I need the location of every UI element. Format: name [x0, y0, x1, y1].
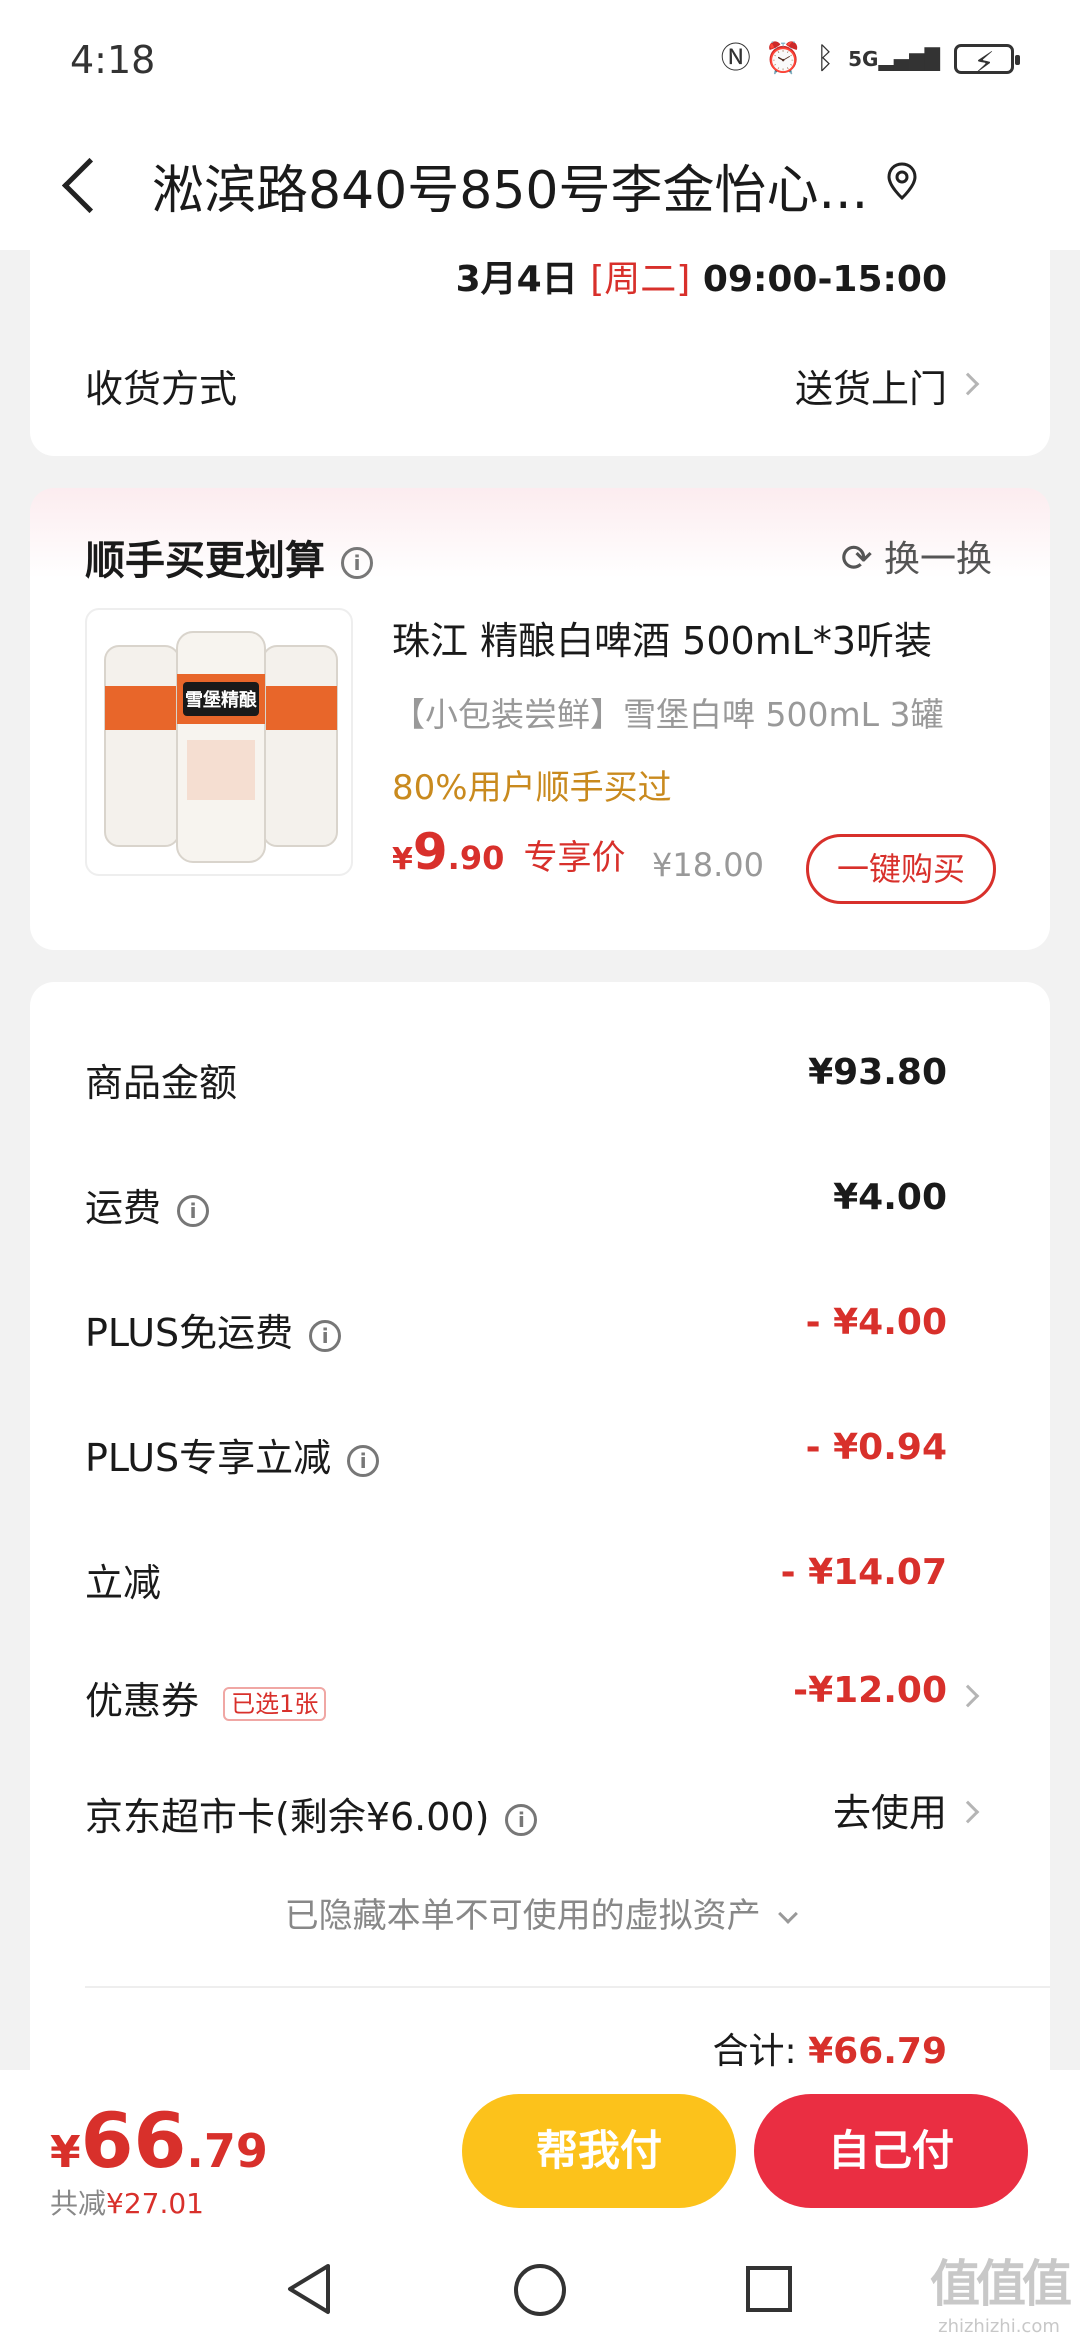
plus-free-shipping-label: PLUS免运费 i [85, 1302, 342, 1357]
shipping-label-text: 运费 [85, 1186, 162, 1230]
total-value: ¥66.79 [808, 2031, 947, 2072]
pay-currency: ¥ [50, 2127, 81, 2178]
status-time: 4:18 [70, 38, 156, 82]
coupon-label: 优惠券 已选1张 [85, 1670, 327, 1725]
one-click-buy-button[interactable]: 一键购买 [806, 834, 996, 904]
saved-amount: 共减¥27.01 [50, 2182, 204, 2222]
product-image[interactable]: 雪堡精酿 [85, 608, 353, 876]
can-label: 雪堡精酿 [185, 689, 257, 711]
price-dec: .90 [447, 839, 505, 877]
plus-free-shipping-value: - ¥4.00 [805, 1302, 947, 1343]
nav-recents-icon[interactable] [744, 2264, 794, 2314]
nfc-icon: Ⓝ [720, 41, 751, 76]
supermarket-card-label: 京东超市卡(剩余¥6.00) i [85, 1786, 538, 1841]
instant-discount-value: - ¥14.07 [780, 1552, 947, 1593]
watermark-site: zhizhizhi.com [938, 2316, 1060, 2337]
product-name[interactable]: 珠江 精酿白啤酒 500mL*3听装 [392, 610, 932, 665]
location-pin-icon[interactable] [885, 160, 919, 204]
product-price: ¥9.90 专享价 [392, 823, 625, 881]
goods-amount-value: ¥93.80 [808, 1052, 947, 1093]
upsell-card: 顺手买更划算 i ⟳ 换一换 雪堡精酿 珠江 精酿白啤酒 500mL*3听装 【小… [30, 488, 1050, 950]
upsell-title: 顺手买更划算 i [85, 528, 373, 586]
delivery-date: 3月4日 [455, 259, 578, 300]
back-button[interactable] [58, 146, 118, 216]
shipping-label: 运费 i [85, 1177, 210, 1232]
battery-icon: ⚡ [954, 44, 1020, 81]
refresh-button[interactable]: ⟳ 换一换 [841, 530, 992, 582]
signal-icon: 5G▂▄▆█ [848, 47, 940, 71]
help-me-pay-button[interactable]: 帮我付 [462, 2094, 736, 2208]
supermarket-card-text: 京东超市卡(剩余¥6.00) [85, 1795, 490, 1839]
delivery-method-value[interactable]: 送货上门 [795, 358, 947, 413]
instant-discount-label: 立减 [85, 1561, 162, 1605]
delivery-time[interactable]: 3月4日 [周二] 09:00-15:00 [456, 250, 947, 300]
chevron-right-icon[interactable] [956, 372, 980, 396]
plus-free-shipping-text: PLUS免运费 [85, 1311, 294, 1355]
divider [85, 1986, 1050, 1988]
price-currency: ¥ [392, 842, 413, 877]
supermarket-card-value[interactable]: 去使用 [833, 1782, 947, 1837]
refresh-label: 换一换 [883, 539, 992, 580]
nav-home-icon[interactable] [512, 2262, 568, 2318]
self-pay-button[interactable]: 自己付 [754, 2094, 1028, 2208]
hidden-assets-text: 已隐藏本单不可使用的虚拟资产 [284, 1896, 761, 1936]
coupon-badge: 已选1张 [223, 1686, 327, 1721]
original-price: ¥18.00 [652, 846, 764, 884]
system-nav-bar: 值值值 zhizhizhi.com [0, 2240, 1080, 2340]
upsell-title-text: 顺手买更划算 [85, 538, 325, 584]
total-label: 合计: [712, 2031, 797, 2072]
delivery-time-range: 09:00-15:00 [702, 259, 947, 300]
coupon-row[interactable]: 优惠券 已选1张 -¥12.00 [30, 1642, 1050, 1752]
hidden-assets-toggle[interactable]: 已隐藏本单不可使用的虚拟资产 [30, 1888, 1050, 1937]
plus-discount-label: PLUS专享立减 i [85, 1427, 380, 1482]
bluetooth-icon: ᛒ [816, 41, 835, 76]
info-icon[interactable]: i [177, 1194, 210, 1227]
chevron-right-icon[interactable] [956, 1684, 980, 1708]
price-int: 9 [412, 823, 448, 881]
info-icon[interactable]: i [347, 1444, 380, 1477]
shipping-value: ¥4.00 [833, 1177, 947, 1218]
bottom-action-bar: ¥66.79 共减¥27.01 帮我付 自己付 [0, 2070, 1080, 2240]
page-header: 淞滨路840号850号李金怡心... [0, 120, 1080, 250]
address-title[interactable]: 淞滨路840号850号李金怡心... [152, 148, 868, 223]
chevron-right-icon[interactable] [956, 1800, 980, 1824]
info-icon[interactable]: i [341, 547, 373, 579]
delivery-weekday: [周二] [590, 259, 691, 300]
delivery-card: 3月4日 [周二] 09:00-15:00 收货方式 送货上门 [30, 250, 1050, 456]
beer-cans-image: 雪堡精酿 [104, 631, 338, 863]
saved-value: ¥27.01 [106, 2187, 204, 2220]
summary-card: 商品金额 ¥93.80 运费 i ¥4.00 PLUS免运费 i - ¥4.00 P… [30, 982, 1050, 2082]
social-proof: 80%用户顺手买过 [392, 768, 672, 808]
status-bar: 4:18 Ⓝ ⏰ ᛒ 5G▂▄▆█ ⚡ [0, 0, 1080, 120]
info-icon[interactable]: i [309, 1319, 342, 1352]
refresh-icon: ⟳ [840, 536, 873, 580]
supermarket-card-row[interactable]: 京东超市卡(剩余¥6.00) i 去使用 [30, 1758, 1050, 1868]
watermark: 值值值 zhizhizhi.com [930, 2244, 1072, 2337]
nav-back-icon[interactable] [284, 2262, 334, 2316]
goods-amount-label: 商品金额 [85, 1061, 238, 1105]
pay-dec: .79 [186, 2124, 268, 2178]
delivery-method-label: 收货方式 [85, 367, 238, 411]
watermark-text: 值值值 [930, 2255, 1072, 2313]
price-tag: 专享价 [523, 838, 626, 878]
product-subtitle: 【小包装尝鲜】雪堡白啤 500mL 3罐 [392, 695, 944, 734]
info-icon[interactable]: i [505, 1803, 538, 1836]
pay-int: 66 [80, 2096, 187, 2185]
network-label: 5G [848, 47, 879, 71]
saved-label: 共减 [50, 2187, 107, 2220]
pay-amount: ¥66.79 [50, 2096, 268, 2185]
plus-discount-text: PLUS专享立减 [85, 1436, 332, 1480]
total-row: 合计: ¥66.79 [712, 2022, 947, 2074]
plus-discount-value: - ¥0.94 [805, 1427, 947, 1468]
coupon-value: -¥12.00 [793, 1670, 947, 1711]
alarm-icon: ⏰ [764, 41, 803, 76]
chevron-down-icon [778, 1904, 799, 1924]
coupon-label-text: 优惠券 [85, 1679, 200, 1723]
status-icons: Ⓝ ⏰ ᛒ 5G▂▄▆█ ⚡ [720, 41, 1020, 81]
